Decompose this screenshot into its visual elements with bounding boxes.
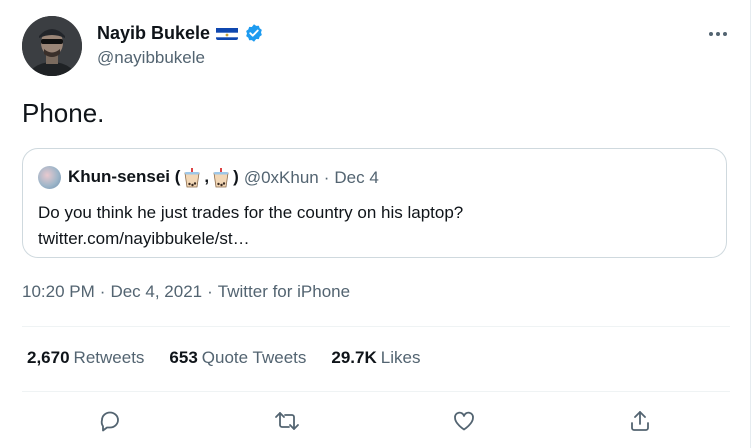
quoted-tweet-header: Khun-sensei ( , ) @0xKhun · Dec 4 bbox=[38, 166, 379, 189]
meta-separator: · bbox=[99, 282, 106, 301]
quoted-separator: · bbox=[323, 167, 330, 187]
author-names: Nayib Bukele @nayibbukele bbox=[97, 21, 264, 68]
likes-count: 29.7K bbox=[331, 348, 377, 367]
quote-tweets-stat[interactable]: 653 Quote Tweets bbox=[169, 348, 306, 368]
quoted-tweet-text: Do you think he just trades for the coun… bbox=[38, 203, 464, 222]
quoted-tweet[interactable]: Khun-sensei ( , ) @0xKhun · Dec 4 Do you… bbox=[22, 148, 727, 258]
quoted-author-name[interactable]: Khun-sensei ( , ) bbox=[68, 167, 239, 188]
quoted-author-avatar[interactable] bbox=[38, 166, 61, 189]
tweet-meta: 10:20 PM · Dec 4, 2021 · Twitter for iPh… bbox=[22, 282, 350, 302]
bubble-tea-emoji-icon bbox=[212, 167, 230, 188]
divider bbox=[22, 326, 730, 327]
quote-tweets-count: 653 bbox=[169, 348, 198, 367]
retweets-stat[interactable]: 2,670 Retweets bbox=[27, 348, 144, 368]
author-handle[interactable]: @nayibbukele bbox=[97, 48, 264, 68]
likes-stat[interactable]: 29.7K Likes bbox=[331, 348, 420, 368]
retweet-icon[interactable] bbox=[268, 402, 306, 440]
quoted-author-handle[interactable]: @0xKhun bbox=[244, 168, 319, 188]
author-avatar[interactable] bbox=[22, 16, 82, 76]
quoted-author-name-comma: , bbox=[204, 167, 210, 187]
quote-tweets-label: Quote Tweets bbox=[201, 348, 307, 367]
author-display-name: Nayib Bukele bbox=[97, 22, 211, 43]
quoted-tweet-link[interactable]: twitter.com/nayibbukele/st… bbox=[38, 226, 463, 252]
tweet-time[interactable]: 10:20 PM bbox=[22, 282, 95, 302]
author-display-name-row[interactable]: Nayib Bukele bbox=[97, 21, 264, 45]
quoted-date[interactable]: Dec 4 bbox=[334, 168, 378, 188]
reply-icon[interactable] bbox=[91, 402, 129, 440]
retweets-label: Retweets bbox=[73, 348, 145, 367]
tweet-date[interactable]: Dec 4, 2021 bbox=[110, 282, 202, 302]
tweet-stats: 2,670 Retweets 653 Quote Tweets 29.7K Likes bbox=[27, 348, 420, 368]
like-icon[interactable] bbox=[445, 402, 483, 440]
verified-badge-icon bbox=[244, 23, 264, 43]
tweet-actions bbox=[22, 402, 730, 440]
quoted-author-name-suffix: ) bbox=[233, 167, 239, 187]
quoted-tweet-body: Do you think he just trades for the coun… bbox=[38, 200, 463, 252]
likes-label: Likes bbox=[380, 348, 421, 367]
tweet-source[interactable]: Twitter for iPhone bbox=[218, 282, 350, 302]
share-icon[interactable] bbox=[621, 402, 659, 440]
more-options-icon[interactable] bbox=[706, 24, 730, 44]
meta-separator: · bbox=[207, 282, 213, 301]
tweet-header: Nayib Bukele @nayibbukele bbox=[22, 16, 730, 78]
el-salvador-flag-icon bbox=[216, 26, 239, 40]
author-avatar-image bbox=[22, 16, 82, 76]
retweets-count: 2,670 bbox=[27, 348, 70, 367]
bubble-tea-emoji-icon bbox=[183, 167, 201, 188]
divider bbox=[22, 391, 730, 392]
tweet-text: Phone. bbox=[22, 98, 105, 128]
quoted-author-name-prefix: Khun-sensei ( bbox=[68, 167, 181, 187]
